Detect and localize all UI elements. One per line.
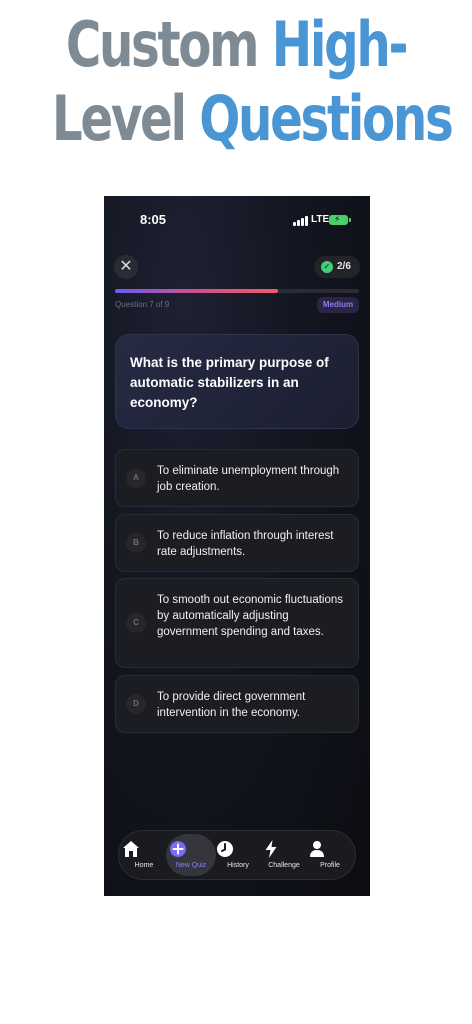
headline-text-accent: Questions [199, 82, 454, 155]
nav-item-history[interactable]: History [215, 831, 261, 879]
nav-item-challenge[interactable]: Challenge [261, 831, 307, 879]
option-text: To smooth out economic fluctuations by a… [157, 594, 344, 638]
phone-screen: 8:05 LTE ⚡ ✕ ✓ 2/6 Question 7 of 9 Mediu… [104, 196, 370, 896]
check-icon: ✓ [321, 261, 333, 273]
nav-label: New Quiz [175, 862, 207, 869]
home-icon [123, 841, 139, 857]
answer-option-b[interactable]: B To reduce inflation through interest r… [115, 514, 359, 572]
option-letter: D [126, 694, 146, 714]
nav-label: History [227, 862, 249, 869]
question-counter: Question 7 of 9 [115, 300, 170, 309]
question-text: What is the primary purpose of automatic… [130, 355, 329, 410]
nav-label: Home [134, 862, 154, 869]
headline: Custom High- Level Questions [51, 8, 454, 156]
option-text: To provide direct government interventio… [157, 691, 306, 719]
answer-option-c[interactable]: C To smooth out economic fluctuations by… [115, 578, 359, 668]
headline-line-1: Custom High- [52, 8, 420, 82]
plus-circle-icon [170, 841, 186, 857]
close-button[interactable]: ✕ [114, 255, 138, 279]
headline-text: Custom [65, 8, 272, 81]
headline-line-2: Level Questions [51, 82, 454, 156]
close-icon: ✕ [119, 258, 133, 275]
battery-icon: ⚡ [329, 214, 351, 225]
difficulty-badge: Medium [317, 297, 359, 313]
bottom-nav: Home New Quiz History Challenge Profile [118, 830, 356, 880]
score-text: 2/6 [337, 261, 351, 272]
score-badge: ✓ 2/6 [314, 256, 360, 278]
person-icon [310, 841, 324, 857]
option-letter: C [126, 613, 146, 633]
progress-bar [115, 289, 359, 293]
signal-icon [293, 216, 309, 226]
network-label: LTE [311, 214, 330, 225]
option-letter: A [126, 468, 146, 488]
headline-text: Level [51, 82, 200, 155]
option-letter: B [126, 533, 146, 553]
progress-fill [115, 289, 279, 293]
option-text: To reduce inflation through interest rat… [157, 530, 334, 558]
status-bar: 8:05 LTE ⚡ [104, 210, 370, 234]
question-card: What is the primary purpose of automatic… [115, 334, 359, 429]
nav-label: Challenge [268, 862, 300, 869]
lightning-icon [265, 840, 277, 858]
status-time: 8:05 [140, 212, 167, 227]
answer-option-d[interactable]: D To provide direct government intervent… [115, 675, 359, 733]
nav-item-new-quiz[interactable]: New Quiz [168, 831, 214, 879]
nav-label: Profile [320, 862, 340, 869]
nav-item-home[interactable]: Home [121, 831, 167, 879]
answer-option-a[interactable]: A To eliminate unemployment through job … [115, 449, 359, 507]
nav-item-profile[interactable]: Profile [307, 831, 353, 879]
option-text: To eliminate unemployment through job cr… [157, 465, 340, 493]
clock-icon [217, 841, 233, 857]
headline-text-accent: High- [271, 8, 409, 81]
